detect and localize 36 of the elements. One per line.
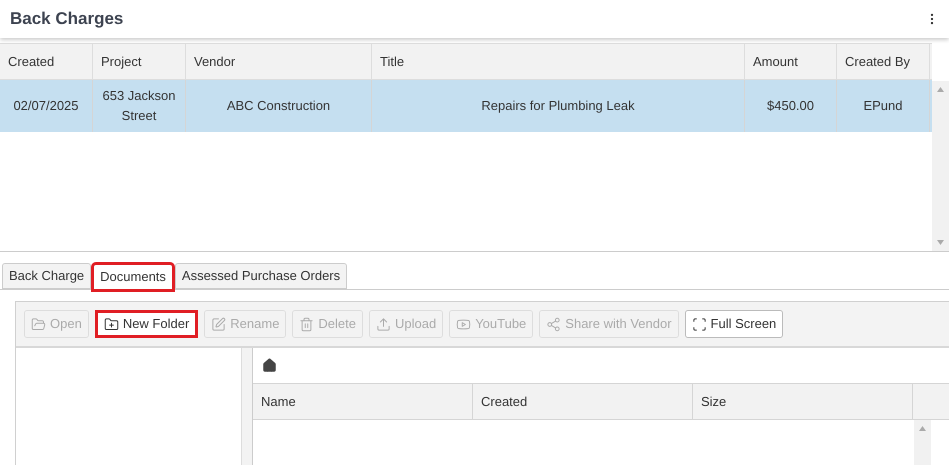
table-cell: Repairs for Plumbing Leak <box>372 80 745 132</box>
table-cell: ABC Construction <box>186 80 372 132</box>
column-header[interactable]: Title <box>372 44 745 79</box>
folder-plus-icon <box>104 316 119 332</box>
tab[interactable]: Documents <box>93 264 173 290</box>
toolbar-button[interactable]: Full Screen <box>684 310 784 338</box>
column-header[interactable]: Size <box>693 384 913 419</box>
column-header[interactable]: Created <box>473 384 693 419</box>
table-row[interactable]: 02/07/2025 653 Jackson Street ABC Construction Repairs for Plumbing Leak $450.00 EPund <box>0 80 932 132</box>
share-icon <box>546 316 562 332</box>
column-header[interactable]: Amount <box>745 44 837 79</box>
table-cell: EPund <box>837 80 930 132</box>
scrollbar[interactable] <box>914 420 931 465</box>
tab[interactable]: Back Charge <box>2 263 92 289</box>
scrollbar[interactable] <box>932 81 949 251</box>
column-header[interactable]: Name <box>253 384 473 419</box>
toolbar-button[interactable]: New Folder <box>94 310 198 338</box>
page-title: Back Charges <box>10 8 124 30</box>
column-header[interactable]: Created <box>0 44 93 79</box>
home-icon[interactable] <box>262 358 277 373</box>
upload-icon <box>376 316 391 332</box>
scroll-up-icon[interactable] <box>919 426 926 431</box>
scroll-up-icon[interactable] <box>937 87 944 92</box>
tab[interactable]: Assessed Purchase Orders <box>174 263 348 289</box>
column-header[interactable]: Created By <box>837 44 930 79</box>
column-header[interactable]: Vendor <box>186 44 372 79</box>
expand-icon <box>692 316 707 332</box>
folder-icon <box>31 316 46 332</box>
play-icon <box>456 316 472 332</box>
trash-icon <box>299 316 314 332</box>
table-cell: 653 Jackson Street <box>93 80 186 132</box>
column-header[interactable]: Project <box>93 44 186 79</box>
table-cell: 02/07/2025 <box>0 80 93 132</box>
table-cell: $450.00 <box>745 80 837 132</box>
scroll-down-icon[interactable] <box>937 240 944 245</box>
pencil-icon <box>211 316 226 332</box>
